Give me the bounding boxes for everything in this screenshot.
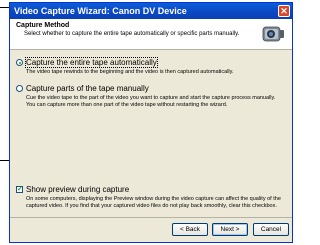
- option-entire-tape-description: The video tape rewinds to the beginning …: [26, 69, 234, 75]
- window-title: Video Capture Wizard: Canon DV Device: [14, 6, 187, 16]
- option-parts-of-tape[interactable]: Capture parts of the tape manually Cue t…: [16, 84, 286, 134]
- wizard-window: Video Capture Wizard: Canon DV Device ✕ …: [9, 2, 293, 243]
- back-button[interactable]: < Back: [172, 223, 208, 236]
- radio-parts-of-tape[interactable]: [16, 85, 23, 92]
- wizard-content: Capture the entire tape automatically Th…: [10, 50, 292, 218]
- radio-entire-tape[interactable]: [16, 59, 23, 66]
- next-button[interactable]: Next >: [212, 223, 248, 236]
- cancel-button[interactable]: Cancel: [253, 223, 289, 236]
- title-bar[interactable]: Video Capture Wizard: Canon DV Device ✕: [10, 3, 292, 19]
- option-parts-of-tape-label[interactable]: Capture parts of the tape manually: [26, 84, 149, 93]
- option-show-preview-label[interactable]: Show preview during capture: [26, 185, 129, 194]
- option-parts-of-tape-description: Cue the video tape to the part of the vi…: [26, 95, 276, 108]
- background-line-bottom: [0, 160, 9, 161]
- page-title: Capture Method: [16, 22, 70, 29]
- option-entire-tape-label[interactable]: Capture the entire tape automatically: [25, 57, 158, 68]
- camcorder-icon: [262, 26, 284, 42]
- checkbox-show-preview[interactable]: ✓: [16, 186, 23, 193]
- close-button[interactable]: ✕: [278, 5, 290, 17]
- wizard-footer: < Back Next > Cancel: [10, 217, 292, 242]
- close-icon: ✕: [280, 6, 288, 16]
- wizard-header: Capture Method Select whether to capture…: [10, 19, 292, 50]
- option-show-preview-description: On some computers, displaying the Previe…: [26, 196, 281, 209]
- page-subtitle: Select whether to capture the entire tap…: [24, 31, 240, 37]
- background-line-top: [0, 7, 9, 8]
